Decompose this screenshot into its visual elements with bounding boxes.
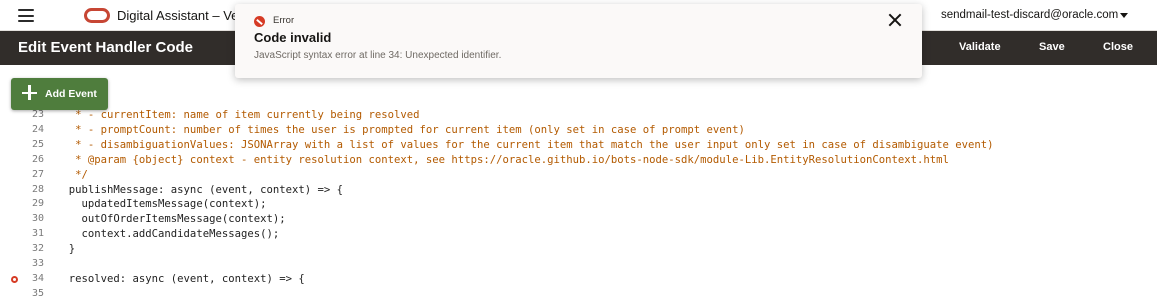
code-line[interactable]: } (56, 243, 75, 255)
hamburger-menu-icon[interactable] (18, 9, 34, 22)
code-line[interactable]: outOfOrderItemsMessage(context); (56, 213, 286, 225)
error-icon (254, 16, 265, 27)
error-marker-icon[interactable] (11, 275, 18, 283)
code-line[interactable]: * - currentItem: name of item currently … (56, 109, 419, 121)
close-icon[interactable] (887, 12, 903, 28)
page-title: Edit Event Handler Code (18, 39, 194, 56)
line-number-text: 28 (31, 183, 44, 195)
code-line[interactable]: resolved: async (event, context) => { (56, 273, 305, 285)
toast-title: Code invalid (254, 30, 332, 45)
code-line[interactable]: * - promptCount: number of times the use… (56, 124, 745, 136)
add-event-button[interactable]: Add Event (11, 78, 108, 110)
line-number-text: 30 (31, 213, 44, 225)
error-toast: Error Code invalid JavaScript syntax err… (235, 4, 922, 78)
line-number-text: 23 (31, 109, 44, 120)
code-line[interactable]: */ (56, 169, 88, 181)
validate-button[interactable]: Validate (959, 41, 1001, 53)
line-number-text: 35 (31, 287, 44, 299)
code-editor[interactable]: 23 * - currentItem: name of item current… (0, 65, 1157, 303)
code-line[interactable]: * - disambiguationValues: JSONArray with… (56, 139, 993, 151)
toast-message: JavaScript syntax error at line 34: Unex… (254, 50, 502, 61)
user-menu[interactable]: sendmail-test-discard@oracle.com (941, 9, 1118, 21)
line-number-text: 32 (31, 243, 44, 255)
code-line[interactable]: updatedItemsMessage(context); (56, 198, 267, 210)
plus-icon (21, 84, 39, 102)
line-number-text: 26 (31, 153, 44, 165)
code-line[interactable]: context.addCandidateMessages(); (56, 228, 280, 240)
line-number-text: 31 (31, 228, 44, 240)
close-button[interactable]: Close (1103, 41, 1133, 53)
oracle-logo (84, 8, 110, 23)
line-number-text: 27 (31, 168, 44, 180)
line-number-text: 29 (31, 198, 44, 210)
line-number-text: 33 (31, 258, 44, 269)
user-dropdown-caret-icon[interactable] (1120, 13, 1128, 18)
line-number-text: 24 (31, 123, 44, 135)
toast-category: Error (273, 15, 295, 26)
code-line[interactable]: publishMessage: async (event, context) =… (56, 184, 343, 196)
save-button[interactable]: Save (1039, 41, 1065, 53)
code-line[interactable]: * @param {object} context - entity resol… (56, 154, 949, 166)
add-event-label: Add Event (45, 88, 97, 100)
line-number-text: 34 (31, 272, 44, 284)
line-number-text: 25 (31, 138, 44, 150)
